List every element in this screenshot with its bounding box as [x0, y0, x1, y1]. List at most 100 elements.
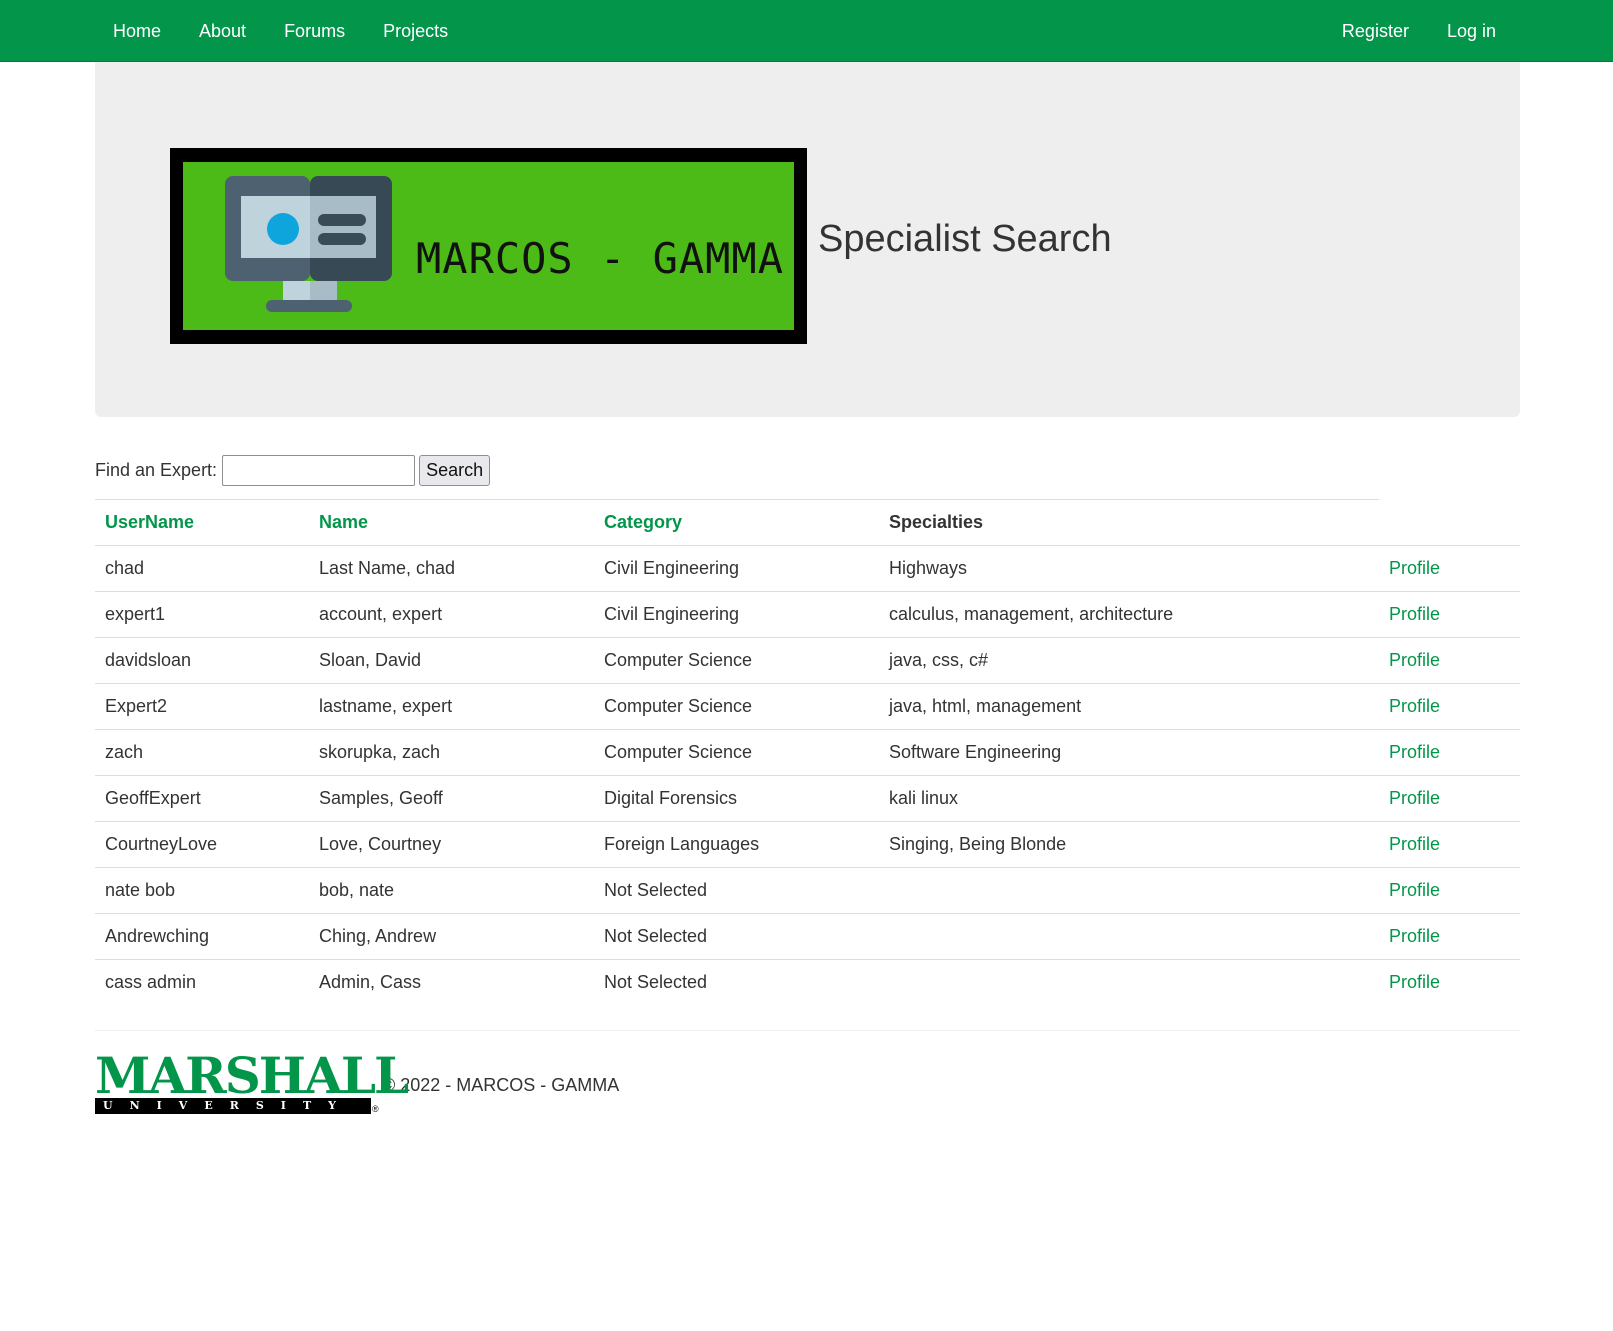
- nav-forums-link[interactable]: Forums: [265, 0, 364, 62]
- profile-link[interactable]: Profile: [1389, 880, 1440, 900]
- search-button[interactable]: Search: [419, 455, 491, 486]
- profile-link[interactable]: Profile: [1389, 972, 1440, 992]
- cell-username: zach: [95, 729, 309, 776]
- sort-username-link[interactable]: UserName: [105, 512, 194, 532]
- cell-actions: Profile: [1379, 545, 1520, 592]
- table-row: cass admin Admin, Cass Not Selected Profile: [95, 959, 1520, 1006]
- sort-name-link[interactable]: Name: [319, 512, 368, 532]
- table-row: CourtneyLove Love, Courtney Foreign Langua…: [95, 821, 1520, 868]
- cell-name: Love, Courtney: [309, 821, 594, 868]
- cell-category: Civil Engineering: [594, 545, 879, 592]
- page-title: Specialist Search: [818, 218, 1112, 260]
- header-specialties: Specialties: [879, 499, 1379, 546]
- cell-category: Not Selected: [594, 913, 879, 960]
- cell-username: expert1: [95, 591, 309, 638]
- experts-table: UserName Name Category Specialties chad L…: [95, 499, 1520, 1006]
- cell-username: CourtneyLove: [95, 821, 309, 868]
- cell-specialties: calculus, management, architecture: [879, 591, 1379, 638]
- logo-wordmark: MARSHALL: [95, 1046, 409, 1105]
- nav-about-link[interactable]: About: [180, 0, 265, 62]
- header-username: UserName: [95, 499, 309, 546]
- table-row: nate bob bob, nate Not Selected Profile: [95, 867, 1520, 914]
- table-row: Andrewching Ching, Andrew Not Selected Prof…: [95, 913, 1520, 960]
- cell-username: cass admin: [95, 959, 309, 1006]
- nav-right-group: Register Log in: [1323, 0, 1496, 62]
- profile-link[interactable]: Profile: [1389, 650, 1440, 670]
- nav-login-link[interactable]: Log in: [1428, 0, 1496, 62]
- table-row: davidsloan Sloan, David Computer Science ja…: [95, 637, 1520, 684]
- profile-link[interactable]: Profile: [1389, 696, 1440, 716]
- search-form: Find an Expert: Search: [95, 455, 491, 486]
- profile-link[interactable]: Profile: [1389, 742, 1440, 762]
- header-actions: [1379, 500, 1520, 546]
- cell-category: Not Selected: [594, 867, 879, 914]
- cell-username: GeoffExpert: [95, 775, 309, 822]
- cell-name: Sloan, David: [309, 637, 594, 684]
- nav-projects-link[interactable]: Projects: [364, 0, 467, 62]
- table-row: Expert2 lastname, expert Computer Science j…: [95, 683, 1520, 730]
- cell-specialties: [879, 913, 1379, 960]
- site-banner: MARCOS - GAMMA: [170, 148, 807, 344]
- header-category: Category: [594, 499, 879, 546]
- cell-category: Civil Engineering: [594, 591, 879, 638]
- cell-name: skorupka, zach: [309, 729, 594, 776]
- cell-username: nate bob: [95, 867, 309, 914]
- nav-register-link[interactable]: Register: [1323, 0, 1428, 62]
- sort-category-link[interactable]: Category: [604, 512, 682, 532]
- cell-name: lastname, expert: [309, 683, 594, 730]
- cell-actions: Profile: [1379, 959, 1520, 1006]
- cell-actions: Profile: [1379, 683, 1520, 730]
- cell-actions: Profile: [1379, 775, 1520, 822]
- profile-link[interactable]: Profile: [1389, 834, 1440, 854]
- marshall-university-logo: MARSHALL UNIVERSITY ®: [95, 1048, 409, 1116]
- cell-username: Andrewching: [95, 913, 309, 960]
- cell-name: account, expert: [309, 591, 594, 638]
- header-jumbotron: MARCOS - GAMMA Specialist Search: [95, 62, 1520, 417]
- cell-category: Computer Science: [594, 637, 879, 684]
- banner-title: MARCOS - GAMMA: [416, 234, 785, 283]
- cell-username: Expert2: [95, 683, 309, 730]
- logo-subtitle: UNIVERSITY: [95, 1098, 371, 1114]
- header-name: Name: [309, 499, 594, 546]
- cell-category: Not Selected: [594, 959, 879, 1006]
- cell-specialties: Highways: [879, 545, 1379, 592]
- cell-name: Ching, Andrew: [309, 913, 594, 960]
- profile-link[interactable]: Profile: [1389, 558, 1440, 578]
- cell-actions: Profile: [1379, 867, 1520, 914]
- cell-specialties: [879, 867, 1379, 914]
- cell-category: Digital Forensics: [594, 775, 879, 822]
- search-label: Find an Expert:: [95, 460, 218, 480]
- cell-actions: Profile: [1379, 729, 1520, 776]
- cell-name: Last Name, chad: [309, 545, 594, 592]
- cell-actions: Profile: [1379, 913, 1520, 960]
- nav-home-link[interactable]: Home: [94, 0, 180, 62]
- cell-specialties: Singing, Being Blonde: [879, 821, 1379, 868]
- profile-link[interactable]: Profile: [1389, 604, 1440, 624]
- monitor-icon: [225, 176, 392, 312]
- table-body: chad Last Name, chad Civil Engineering High…: [95, 545, 1520, 1006]
- cell-username: davidsloan: [95, 637, 309, 684]
- cell-specialties: kali linux: [879, 775, 1379, 822]
- cell-name: Samples, Geoff: [309, 775, 594, 822]
- profile-link[interactable]: Profile: [1389, 788, 1440, 808]
- expert-search-input[interactable]: [222, 455, 416, 486]
- banner-inner: MARCOS - GAMMA: [183, 162, 794, 330]
- profile-link[interactable]: Profile: [1389, 926, 1440, 946]
- cell-actions: Profile: [1379, 637, 1520, 684]
- cell-specialties: [879, 959, 1379, 1006]
- table-row: zach skorupka, zach Computer Science Softwa…: [95, 729, 1520, 776]
- page-footer: MARSHALL UNIVERSITY ® © 2022 - MARCOS - …: [95, 1048, 620, 1116]
- table-row: chad Last Name, chad Civil Engineering High…: [95, 545, 1520, 592]
- cell-name: bob, nate: [309, 867, 594, 914]
- table-header-row: UserName Name Category Specialties: [95, 499, 1520, 546]
- cell-specialties: Software Engineering: [879, 729, 1379, 776]
- cell-category: Computer Science: [594, 683, 879, 730]
- cell-actions: Profile: [1379, 821, 1520, 868]
- cell-category: Foreign Languages: [594, 821, 879, 868]
- logo-registered-mark: ®: [372, 1104, 379, 1114]
- cell-name: Admin, Cass: [309, 959, 594, 1006]
- copyright-text: © 2022 - MARCOS - GAMMA: [382, 1074, 620, 1095]
- cell-specialties: java, css, c#: [879, 637, 1379, 684]
- table-row: expert1 account, expert Civil Engineering c…: [95, 591, 1520, 638]
- cell-actions: Profile: [1379, 591, 1520, 638]
